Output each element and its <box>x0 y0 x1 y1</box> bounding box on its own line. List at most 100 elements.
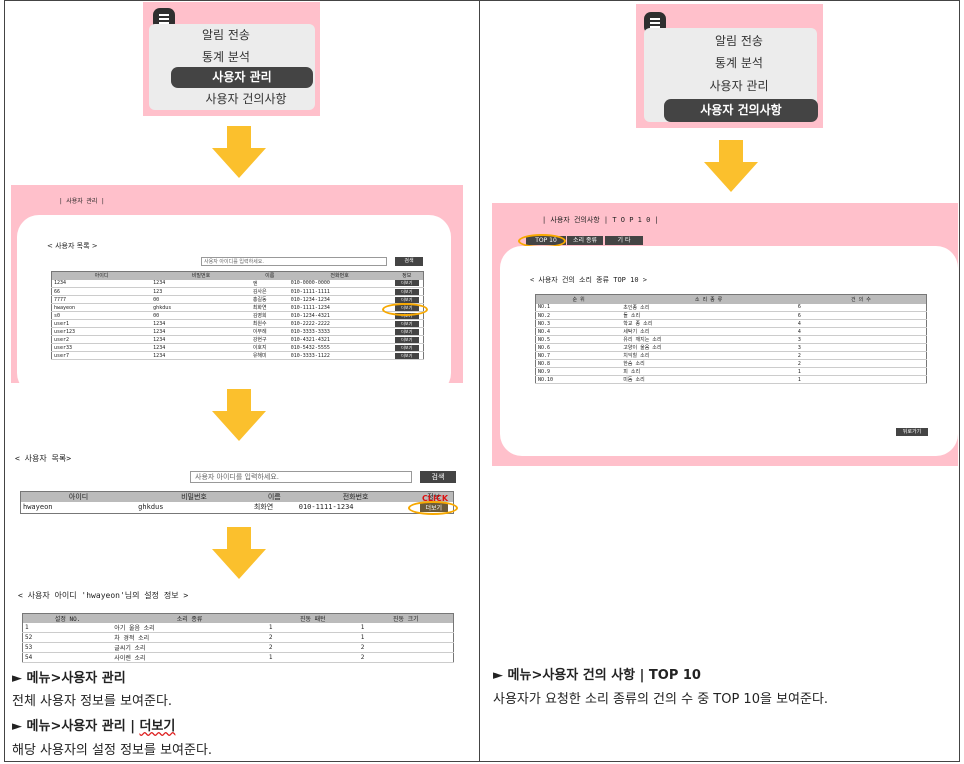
cell: 더보기 <box>390 280 423 288</box>
cell: 2 <box>268 644 273 651</box>
cell: 2 <box>360 644 365 651</box>
more-button[interactable]: 더보기 <box>394 336 419 343</box>
search-input[interactable]: 사용자 아이디를 입력하세요. <box>201 257 387 266</box>
cell: 최원수 <box>252 321 267 327</box>
tab-etc[interactable]: 기 타 <box>605 236 643 245</box>
menu-item-notify[interactable]: 알림 전송 <box>684 32 794 50</box>
cell: 1234 <box>153 320 166 327</box>
col-header: 진동 패턴 <box>266 613 359 623</box>
menu-item-user-management[interactable]: 사용자 관리 <box>171 67 313 88</box>
menu-item-suggestions[interactable]: 사용자 건의사항 <box>181 90 311 108</box>
cell: NO.6 <box>538 344 551 351</box>
more-button[interactable]: 더보기 <box>394 296 419 303</box>
cell: 1234 <box>153 280 166 287</box>
cell: 세탁기 소리 <box>623 329 650 335</box>
cell: 더보기 <box>390 336 423 344</box>
cell: 이부례 <box>252 329 267 335</box>
menu-item-stats[interactable]: 통계 분석 <box>684 54 794 72</box>
cell: 010-4321-4321 <box>290 336 330 343</box>
cell: user2 <box>54 336 70 343</box>
back-button[interactable]: 뒤로가기 <box>896 428 928 436</box>
caption-title: ► 메뉴>사용자 관리 | 더보기 <box>12 719 176 734</box>
cell: NO.4 <box>538 328 551 335</box>
cell: 1234 <box>153 328 166 335</box>
tab-sound-type[interactable]: 소리 종류 <box>567 236 603 245</box>
cell: 더보기 <box>390 320 423 328</box>
cell: 초인종 소리 <box>623 304 650 311</box>
zoom-search-button[interactable]: 검색 <box>420 471 456 483</box>
caption-title: ► 메뉴>사용자 건의 사항 | TOP 10 <box>493 668 701 683</box>
cell: 010-1234-4321 <box>290 312 330 319</box>
more-button[interactable]: 더보기 <box>394 288 419 295</box>
table-row: NO.8 한숨 소리 2 <box>535 360 927 368</box>
cell: 00 <box>153 312 160 319</box>
more-button[interactable]: 더보기 <box>394 352 419 359</box>
col-header: 비밀번호 <box>151 271 251 280</box>
cell: 아기 울음 소리 <box>114 625 155 632</box>
breadcrumb: | 사용자 건의사항 | T O P 1 0 | <box>542 216 659 224</box>
zoom-search-input[interactable]: 사용자 아이디를 입력하세요. <box>190 471 412 483</box>
menu-item-suggestions[interactable]: 사용자 건의사항 <box>664 99 818 122</box>
cell: s0 <box>54 312 61 319</box>
cell: 1 <box>25 624 29 631</box>
cell: 피 소리 <box>623 369 641 375</box>
more-button[interactable]: 더보기 <box>394 320 419 327</box>
cell: 더보기 <box>390 288 423 296</box>
cell: 010-0000-0000 <box>290 280 330 287</box>
highlight-ellipse <box>408 501 458 515</box>
cell: 1234 <box>153 352 166 359</box>
table-row: NO.1 초인종 소리 6 <box>535 304 927 312</box>
cell: 글씨기 소리 <box>114 645 146 652</box>
down-arrow-icon <box>212 527 266 579</box>
cell: 1234 <box>153 336 166 343</box>
menu-item-notify[interactable]: 알림 전송 <box>171 26 281 44</box>
table-row: user2 1234 강현구 010-4321-4321 더보기 <box>51 336 424 344</box>
table-row: hwayeon ghkdus 최화연 010-1111-1234 더보기 <box>51 304 424 312</box>
cell: 김사은 <box>252 289 267 295</box>
menu-item-user-management[interactable]: 사용자 관리 <box>684 77 794 95</box>
down-arrow-icon <box>212 126 266 178</box>
table-row: user1 1234 최원수 010-2222-2222 더보기 <box>51 320 424 328</box>
table-row: 52 차 경적 소리 2 1 <box>22 633 454 643</box>
col-header: 아이디 <box>51 271 152 280</box>
col-header: 소 리 종 류 <box>621 294 796 304</box>
cell: 미돔 소리 <box>623 377 645 383</box>
cell: 010-1111-1234 <box>290 304 330 311</box>
cell: 54 <box>25 654 33 661</box>
cell: 53 <box>25 644 33 651</box>
cell: NO.9 <box>538 368 551 375</box>
cell: 010-5432-5555 <box>290 344 330 351</box>
cell: 유해미 <box>252 353 267 359</box>
cell: 1 <box>797 376 801 383</box>
table-row: 7777 00 홍길동 010-1234-1234 더보기 <box>51 296 424 304</box>
table-row: user7 1234 유해미 010-3333-1122 더보기 <box>51 352 424 360</box>
cell: 1 <box>268 654 273 661</box>
cell: 010-3333-3333 <box>290 328 330 335</box>
cell: 더보기 <box>390 328 423 336</box>
menu-item-stats[interactable]: 통계 분석 <box>171 48 281 66</box>
col-header: 아이디 <box>20 491 137 502</box>
down-arrow-icon <box>212 389 266 441</box>
table-row: NO.4 세탁기 소리 4 <box>535 328 927 336</box>
caption-title: ► 메뉴>사용자 관리 <box>12 671 126 686</box>
cell: user1 <box>54 320 70 327</box>
col-header: 이름 <box>250 271 289 280</box>
more-button[interactable]: 더보기 <box>394 280 419 287</box>
zoom-title: < 사용자 목록> <box>15 454 72 463</box>
caption-desc: 사용자가 요청한 소리 종류의 건의 수 중 TOP 10을 보여준다. <box>493 692 829 707</box>
down-arrow-icon <box>704 140 758 192</box>
column-divider <box>479 0 480 762</box>
more-button[interactable]: 더보기 <box>394 344 419 351</box>
cell: 123 <box>153 288 163 295</box>
user-table: 아이디 비밀번호 이름 전화번호 정보 1234 1234 엔 010-0000-00… <box>51 271 424 360</box>
search-button[interactable]: 검색 <box>395 257 423 266</box>
cell: user33 <box>54 344 73 351</box>
cell: 2 <box>360 654 365 661</box>
cell: NO.5 <box>538 336 551 343</box>
cell: 더보기 <box>390 352 423 360</box>
top10-screen: | 사용자 건의사항 | T O P 1 0 | TOP 10 소리 종류 기 … <box>492 203 958 466</box>
more-button[interactable]: 더보기 <box>394 328 419 335</box>
table-row: NO.10 미돔 소리 1 <box>535 376 927 384</box>
table-row: NO.3 학교 종 소리 4 <box>535 320 927 328</box>
cell: NO.2 <box>538 312 551 319</box>
